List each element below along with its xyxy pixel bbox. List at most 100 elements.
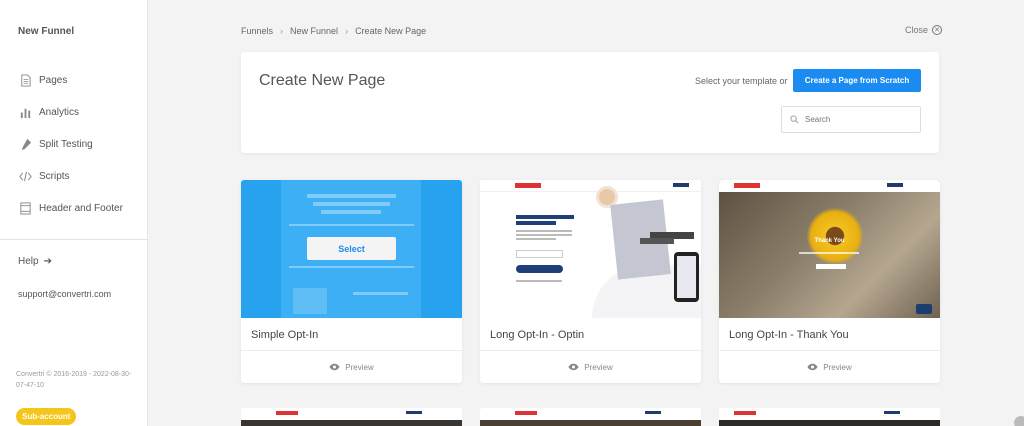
funnel-title: New Funnel	[18, 26, 75, 37]
eye-icon	[568, 363, 579, 371]
sidebar-item-scripts[interactable]: Scripts	[18, 160, 123, 192]
preview-label: Preview	[584, 362, 613, 372]
sidebar: New Funnel Pages Analytics Split Testing…	[0, 0, 148, 426]
template-card-partial[interactable]	[719, 408, 940, 426]
thumbnail-text	[516, 238, 556, 240]
flask-icon	[18, 137, 32, 151]
thumbnail-line	[313, 202, 390, 206]
thumbnail-text	[516, 230, 572, 232]
thumbnail-logo	[734, 411, 756, 415]
preview-label: Preview	[345, 362, 374, 372]
thumbnail-phone-number	[645, 411, 661, 414]
template-card-partial[interactable]	[480, 408, 701, 426]
thumbnail-phone	[674, 252, 699, 302]
close-button[interactable]: Close ✕	[905, 25, 943, 35]
thumbnail-navbar	[241, 408, 462, 418]
support-email[interactable]: support@convertri.com	[18, 289, 111, 299]
copyright: Convertri © 2016-2019 - 2022-08-30-07-47…	[16, 371, 132, 389]
thumbnail-photo	[241, 420, 462, 426]
thumbnail-photo	[719, 420, 940, 426]
scroll-indicator[interactable]	[1014, 416, 1024, 426]
layout-icon	[18, 201, 32, 215]
thumbnail-logo	[515, 183, 541, 188]
template-thumbnail[interactable]: Thank You	[719, 180, 940, 318]
thumbnail-block	[293, 288, 327, 314]
thumbnail-logo	[515, 411, 537, 415]
create-page-header: Create New Page Select your template or …	[241, 52, 939, 153]
thumbnail-tag	[640, 238, 674, 244]
preview-label: Preview	[823, 362, 852, 372]
thumbnail-heading	[516, 221, 556, 225]
template-card-long-opt-in-optin[interactable]: Long Opt-In - Optin Preview	[480, 180, 701, 383]
search-box[interactable]	[781, 106, 921, 133]
template-hint: Select your template or	[695, 76, 788, 86]
thumbnail-thank-you: Thank You	[814, 238, 845, 244]
sidebar-item-pages[interactable]: Pages	[18, 64, 123, 96]
preview-button[interactable]: Preview	[241, 351, 462, 383]
template-name: Simple Opt-In	[251, 329, 319, 341]
chevron-right-icon: ›	[345, 26, 349, 36]
bar-chart-icon	[18, 105, 32, 119]
thumbnail-input	[516, 250, 563, 258]
chevron-right-icon: ›	[280, 26, 284, 36]
sidebar-item-label: Analytics	[39, 106, 80, 118]
breadcrumb: Funnels › New Funnel › Create New Page	[241, 26, 426, 36]
close-circle-icon: ✕	[932, 25, 943, 35]
sidebar-item-analytics[interactable]: Analytics	[18, 96, 123, 128]
thumbnail-line	[321, 210, 381, 214]
sunflower-image	[807, 208, 863, 264]
sidebar-item-label: Split Testing	[39, 138, 93, 150]
template-name: Long Opt-In - Optin	[490, 329, 585, 341]
help-link[interactable]: Help ➔	[18, 256, 52, 267]
arrow-right-icon: ➔	[43, 256, 52, 267]
thumbnail-navbar	[480, 180, 701, 192]
eye-icon	[807, 363, 818, 371]
template-card-partial[interactable]	[241, 408, 462, 426]
thumbnail-text	[516, 234, 572, 236]
thumbnail-navbar	[480, 408, 701, 418]
sidebar-item-label: Header and Footer	[39, 202, 123, 214]
template-card-simple-opt-in[interactable]: Select Simple Opt-In Preview	[241, 180, 462, 383]
thumbnail-text	[799, 252, 859, 254]
template-name: Long Opt-In - Thank You	[729, 329, 849, 341]
thumbnail-line	[289, 266, 414, 268]
sub-account-badge[interactable]: Sub-account	[16, 408, 77, 425]
sidebar-item-header-footer[interactable]: Header and Footer	[18, 192, 123, 224]
search-icon	[790, 115, 799, 124]
close-label: Close	[905, 25, 929, 35]
help-label: Help	[18, 256, 39, 267]
page-icon	[18, 73, 32, 87]
sidebar-item-split-testing[interactable]: Split Testing	[18, 128, 123, 160]
select-template-button[interactable]: Select	[307, 237, 396, 260]
thumbnail-badge	[916, 304, 932, 314]
sidebar-item-label: Scripts	[39, 170, 70, 182]
thumbnail-text	[516, 280, 562, 282]
create-from-scratch-button[interactable]: Create a Page from Scratch	[793, 69, 921, 92]
sidebar-item-label: Pages	[39, 74, 68, 86]
thumbnail-phone-screen	[677, 256, 696, 298]
sidebar-nav: Pages Analytics Split Testing Scripts He…	[18, 64, 123, 224]
sidebar-divider	[0, 239, 148, 240]
code-icon	[18, 169, 32, 183]
thumbnail-cta	[516, 265, 563, 273]
eye-icon	[329, 363, 340, 371]
search-input[interactable]	[805, 115, 905, 124]
thumbnail-logo	[734, 183, 760, 188]
template-thumbnail[interactable]	[480, 180, 701, 318]
thumbnail-line	[307, 194, 396, 198]
thumbnail-line	[353, 292, 408, 295]
thumbnail-line	[289, 224, 414, 226]
breadcrumb-funnels[interactable]: Funnels	[241, 26, 273, 36]
page-title: Create New Page	[259, 72, 386, 89]
breadcrumb-create-new-page: Create New Page	[355, 26, 427, 36]
breadcrumb-new-funnel[interactable]: New Funnel	[290, 26, 338, 36]
thumbnail-phone-number	[406, 411, 422, 414]
preview-button[interactable]: Preview	[480, 351, 701, 383]
thumbnail-logo	[276, 411, 298, 415]
template-thumbnail[interactable]: Select	[241, 180, 462, 318]
thumbnail-cta	[816, 264, 846, 269]
preview-button[interactable]: Preview	[719, 351, 940, 383]
thumbnail-phone-number	[884, 411, 900, 414]
thumbnail-photo	[480, 420, 701, 426]
template-card-long-opt-in-thank-you[interactable]: Thank You Long Opt-In - Thank You Previe…	[719, 180, 940, 383]
